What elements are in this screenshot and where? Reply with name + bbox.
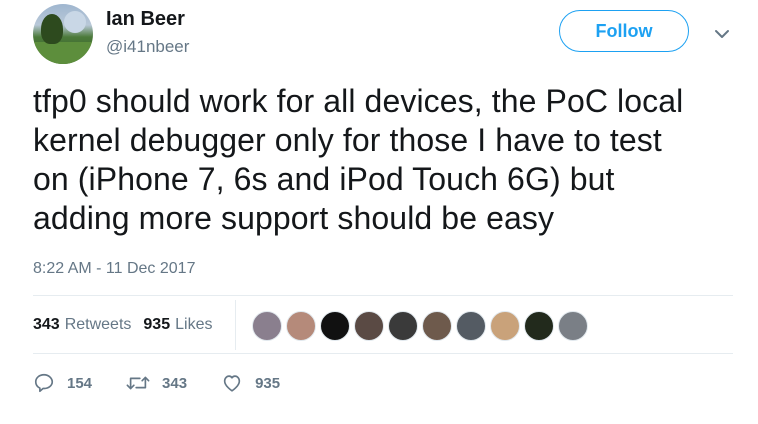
divider xyxy=(33,295,733,296)
liker-avatar[interactable] xyxy=(286,311,316,341)
liker-avatar[interactable] xyxy=(320,311,350,341)
tweet-timestamp[interactable]: 8:22 AM - 11 Dec 2017 xyxy=(33,260,195,278)
retweet-count: 343 xyxy=(162,374,188,392)
likes-label: Likes xyxy=(175,316,213,333)
retweets-count: 343 xyxy=(33,316,60,333)
reply-action[interactable]: 154 xyxy=(33,372,92,394)
chevron-down-icon[interactable] xyxy=(712,24,732,44)
tweet-line: tfp0 should work for all devices, the Po… xyxy=(33,83,684,119)
author-avatar[interactable] xyxy=(33,4,93,64)
reply-icon xyxy=(34,373,54,393)
author-handle[interactable]: @i41nbeer xyxy=(106,37,189,57)
likes-stat[interactable]: 935 Likes xyxy=(143,316,212,334)
tweet-line: on (iPhone 7, 6s and iPod Touch 6G) but xyxy=(33,161,615,197)
heart-icon xyxy=(223,375,241,392)
liker-avatar[interactable] xyxy=(558,311,588,341)
retweet-icon xyxy=(126,376,150,390)
like-count: 935 xyxy=(255,374,281,392)
reply-count: 154 xyxy=(67,374,93,392)
engagement-stats: 343 Retweets 935 Likes xyxy=(33,316,212,334)
retweet-action[interactable]: 343 xyxy=(126,372,187,394)
author-name[interactable]: Ian Beer xyxy=(106,8,185,31)
liker-avatar[interactable] xyxy=(422,311,452,341)
like-action[interactable]: 935 xyxy=(221,372,280,394)
retweets-label: Retweets xyxy=(64,316,132,333)
avatar-field xyxy=(33,42,93,64)
tweet-line: kernel debugger only for those I have to… xyxy=(33,122,662,158)
liker-avatar[interactable] xyxy=(354,311,384,341)
liker-avatars xyxy=(252,311,588,341)
retweets-stat[interactable]: 343 Retweets xyxy=(33,316,131,334)
liker-avatar[interactable] xyxy=(456,311,486,341)
follow-button[interactable]: Follow xyxy=(559,10,689,52)
tweet-actions: 154 343 935 xyxy=(33,372,314,394)
divider xyxy=(33,353,733,354)
liker-avatar[interactable] xyxy=(490,311,520,341)
tweet-line: adding more support should be easy xyxy=(33,200,555,236)
liker-avatar[interactable] xyxy=(252,311,282,341)
tweet-text: tfp0 should work for all devices, the Po… xyxy=(33,82,743,238)
liker-avatar[interactable] xyxy=(524,311,554,341)
liker-avatar[interactable] xyxy=(388,311,418,341)
likes-count: 935 xyxy=(143,316,171,333)
avatar-tree xyxy=(41,14,63,44)
stats-separator xyxy=(235,300,236,350)
